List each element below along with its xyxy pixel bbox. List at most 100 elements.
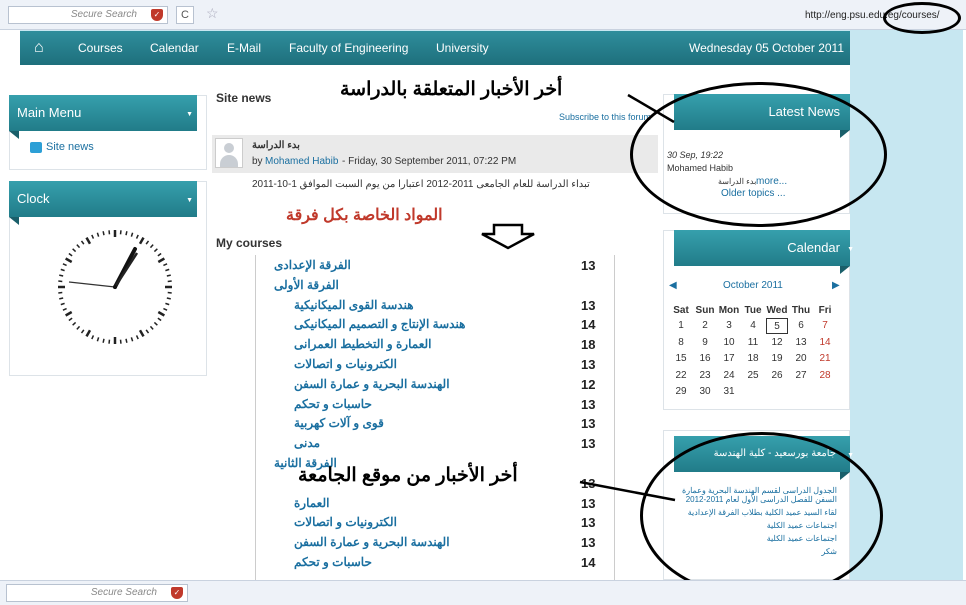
course-link[interactable]: الفرقة الإعدادى <box>274 258 351 272</box>
course-link[interactable]: الفرقة الأولى <box>274 278 339 292</box>
calendar-day[interactable]: 5 <box>766 318 788 334</box>
top-navigation: ⌂ Courses Calendar E-Mail Faculty of Eng… <box>20 31 850 65</box>
home-icon[interactable]: ⌂ <box>34 39 44 57</box>
calendar-day[interactable]: 11 <box>742 335 764 351</box>
post-subject: بدء الدراسة <box>252 140 300 151</box>
calendar-weekday: Tue <box>744 305 762 316</box>
chevron-down-icon[interactable]: ▼ <box>847 232 854 268</box>
analog-clock-icon <box>58 230 172 344</box>
clock-title: Clock <box>17 191 50 206</box>
arrow-down-icon <box>481 223 535 250</box>
calendar-day[interactable]: 17 <box>718 351 740 367</box>
prev-month-icon[interactable]: ◀ <box>669 280 677 291</box>
reload-button[interactable]: C <box>176 6 194 24</box>
annotation-oval-latest-news <box>630 82 887 227</box>
course-count: 13 <box>581 357 596 372</box>
course-link[interactable]: الهندسة البحرية و عمارة السفن <box>294 535 450 549</box>
calendar-day[interactable]: 8 <box>670 335 692 351</box>
course-count: 13 <box>581 515 596 531</box>
calendar-day[interactable]: 16 <box>694 351 716 367</box>
post-by: by <box>252 156 263 167</box>
course-link[interactable]: قوى و آلات كهربية <box>294 416 384 430</box>
nav-university[interactable]: University <box>436 41 489 55</box>
nav-faculty[interactable]: Faculty of Engineering <box>289 41 408 55</box>
table-row: حاسبات و تحكم 14 <box>256 552 614 572</box>
calendar-day[interactable]: 20 <box>790 351 812 367</box>
course-link[interactable]: العمارة <box>294 496 329 510</box>
chevron-down-icon[interactable]: ▼ <box>186 97 193 133</box>
calendar-day[interactable]: 7 <box>814 318 836 334</box>
nav-calendar[interactable]: Calendar <box>150 41 199 55</box>
calendar-day[interactable]: 9 <box>694 335 716 351</box>
course-count: 12 <box>581 376 596 392</box>
calendar-day[interactable]: 30 <box>694 384 716 400</box>
main-menu-header: Main Menu ▼ <box>9 95 197 131</box>
calendar-day[interactable]: 3 <box>718 318 740 334</box>
site-news-link[interactable]: Site news <box>46 141 94 153</box>
course-link[interactable]: هندسة القوى الميكانيكية <box>294 298 414 312</box>
calendar-day[interactable]: 2 <box>694 318 716 334</box>
calendar-day[interactable]: 27 <box>790 368 812 384</box>
calendar-day[interactable]: 14 <box>814 335 836 351</box>
table-row: هندسة القوى الميكانيكية 13 <box>256 295 614 315</box>
calendar-day[interactable]: 29 <box>670 384 692 400</box>
post-body: تبداء الدراسة للعام الجامعى 2011-2012 اع… <box>252 179 590 190</box>
calendar-day[interactable]: 6 <box>790 318 812 334</box>
status-search-box[interactable]: Secure Search ✓ <box>6 584 188 602</box>
nav-email[interactable]: E-Mail <box>227 41 261 55</box>
course-link[interactable]: هندسة الإنتاج و التصميم الميكانيكى <box>294 317 465 331</box>
calendar-day[interactable]: 18 <box>742 351 764 367</box>
table-row: هندسة الإنتاج و التصميم الميكانيكى 14 <box>256 314 614 334</box>
calendar-day[interactable]: 12 <box>766 335 788 351</box>
calendar-day[interactable]: 26 <box>766 368 788 384</box>
next-month-icon[interactable]: ▶ <box>832 280 840 291</box>
shield-icon[interactable]: ✓ <box>171 587 183 599</box>
avatar[interactable] <box>215 138 243 168</box>
calendar-day[interactable]: 28 <box>814 368 836 384</box>
course-link[interactable]: الكترونيات و اتصالات <box>294 357 397 371</box>
calendar-day[interactable]: 1 <box>670 318 692 334</box>
calendar-day[interactable]: 4 <box>742 318 764 334</box>
calendar-day[interactable]: 22 <box>670 368 692 384</box>
course-count: 13 <box>581 396 596 412</box>
course-link[interactable]: الهندسة البحرية و عمارة السفن <box>294 377 450 391</box>
course-count: 13 <box>581 258 596 273</box>
calendar-day[interactable]: 10 <box>718 335 740 351</box>
course-count: 14 <box>581 317 596 333</box>
calendar-weekday: Thu <box>791 305 811 316</box>
nav-courses[interactable]: Courses <box>78 41 123 55</box>
search-placeholder: Secure Search <box>70 9 137 20</box>
calendar-month: October 2011 <box>723 280 783 291</box>
course-link[interactable]: حاسبات و تحكم <box>294 397 372 411</box>
table-row: حاسبات و تحكم 13 <box>256 394 614 414</box>
bookmark-star-icon[interactable]: ☆ <box>206 5 219 22</box>
browser-status-bar: Secure Search ✓ <box>0 580 966 605</box>
browser-search-box[interactable]: Secure Search ✓ <box>8 6 168 24</box>
calendar-day[interactable]: 19 <box>766 351 788 367</box>
chevron-down-icon[interactable]: ▼ <box>186 183 193 219</box>
calendar-day[interactable]: 25 <box>742 368 764 384</box>
calendar-day[interactable]: 24 <box>718 368 740 384</box>
annotation-university-news: أخر الأخبار من موقع الجامعة <box>298 465 518 486</box>
calendar-day[interactable]: 15 <box>670 351 692 367</box>
calendar-day[interactable]: 13 <box>790 335 812 351</box>
course-link[interactable]: الكترونيات و اتصالات <box>294 515 397 529</box>
my-courses-title: My courses <box>216 236 283 250</box>
course-count: 18 <box>581 337 596 353</box>
course-count: 14 <box>581 555 596 570</box>
course-link[interactable]: حاسبات و تحكم <box>294 555 372 569</box>
calendar-day[interactable]: 21 <box>814 351 836 367</box>
header-fold <box>840 266 850 274</box>
table-row: مدنى 13 <box>256 433 614 453</box>
shield-icon[interactable]: ✓ <box>151 9 163 21</box>
calendar-title: Calendar <box>787 240 840 255</box>
course-count: 13 <box>581 297 596 313</box>
course-link[interactable]: العمارة و التخطيط العمرانى <box>294 337 431 351</box>
clock-minute-hand <box>113 252 139 288</box>
calendar-day[interactable]: 31 <box>718 384 740 400</box>
calendar-weekday: Fri <box>818 305 832 316</box>
post-author-link[interactable]: Mohamed Habib <box>265 156 338 167</box>
annotation-oval-url <box>883 2 961 34</box>
calendar-day[interactable]: 23 <box>694 368 716 384</box>
course-link[interactable]: مدنى <box>294 436 320 450</box>
